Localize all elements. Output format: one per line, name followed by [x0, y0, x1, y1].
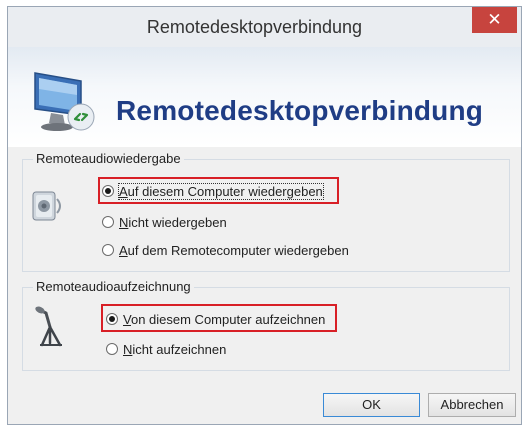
speaker-icon — [32, 191, 61, 221]
radio-play-none-label: Nicht wiedergeben — [119, 214, 227, 230]
radio-play-remote-indicator — [102, 244, 114, 256]
radio-play-remote-label: Auf dem Remotecomputer wiedergeben — [119, 242, 349, 258]
radio-play-none-indicator — [102, 216, 114, 228]
radio-play-remote[interactable]: Auf dem Remotecomputer wiedergeben — [102, 241, 349, 259]
dialog-header: Remotedesktopverbindung — [8, 47, 521, 147]
radio-play-none[interactable]: Nicht wiedergeben — [102, 213, 227, 231]
dialog-body: Remoteaudiowiedergabe Auf diesem Compute… — [8, 147, 521, 424]
remote-desktop-monitor-icon — [34, 72, 95, 131]
radio-record-none-indicator — [106, 343, 118, 355]
highlight-record-local — [101, 304, 337, 332]
radio-record-none[interactable]: Nicht aufzeichnen — [106, 340, 226, 358]
cancel-button[interactable]: Abbrechen — [428, 393, 516, 417]
ok-button[interactable]: OK — [323, 393, 420, 417]
header-title: Remotedesktopverbindung — [116, 95, 484, 126]
radio-record-none-label: Nicht aufzeichnen — [123, 341, 227, 357]
dialog-window: Remotedesktopverbindung ✕ Remotedesktopv… — [7, 6, 522, 425]
microphone-icon — [35, 306, 62, 347]
window-title: Remotedesktopverbindung — [146, 17, 363, 37]
highlight-play-local — [98, 177, 339, 204]
audio-playback-group-label: Remoteaudiowiedergabe — [33, 151, 184, 166]
title-bar: Remotedesktopverbindung ✕ — [8, 7, 521, 47]
close-button[interactable]: ✕ — [472, 7, 517, 33]
audio-recording-group-label: Remoteaudioaufzeichnung — [33, 279, 194, 294]
